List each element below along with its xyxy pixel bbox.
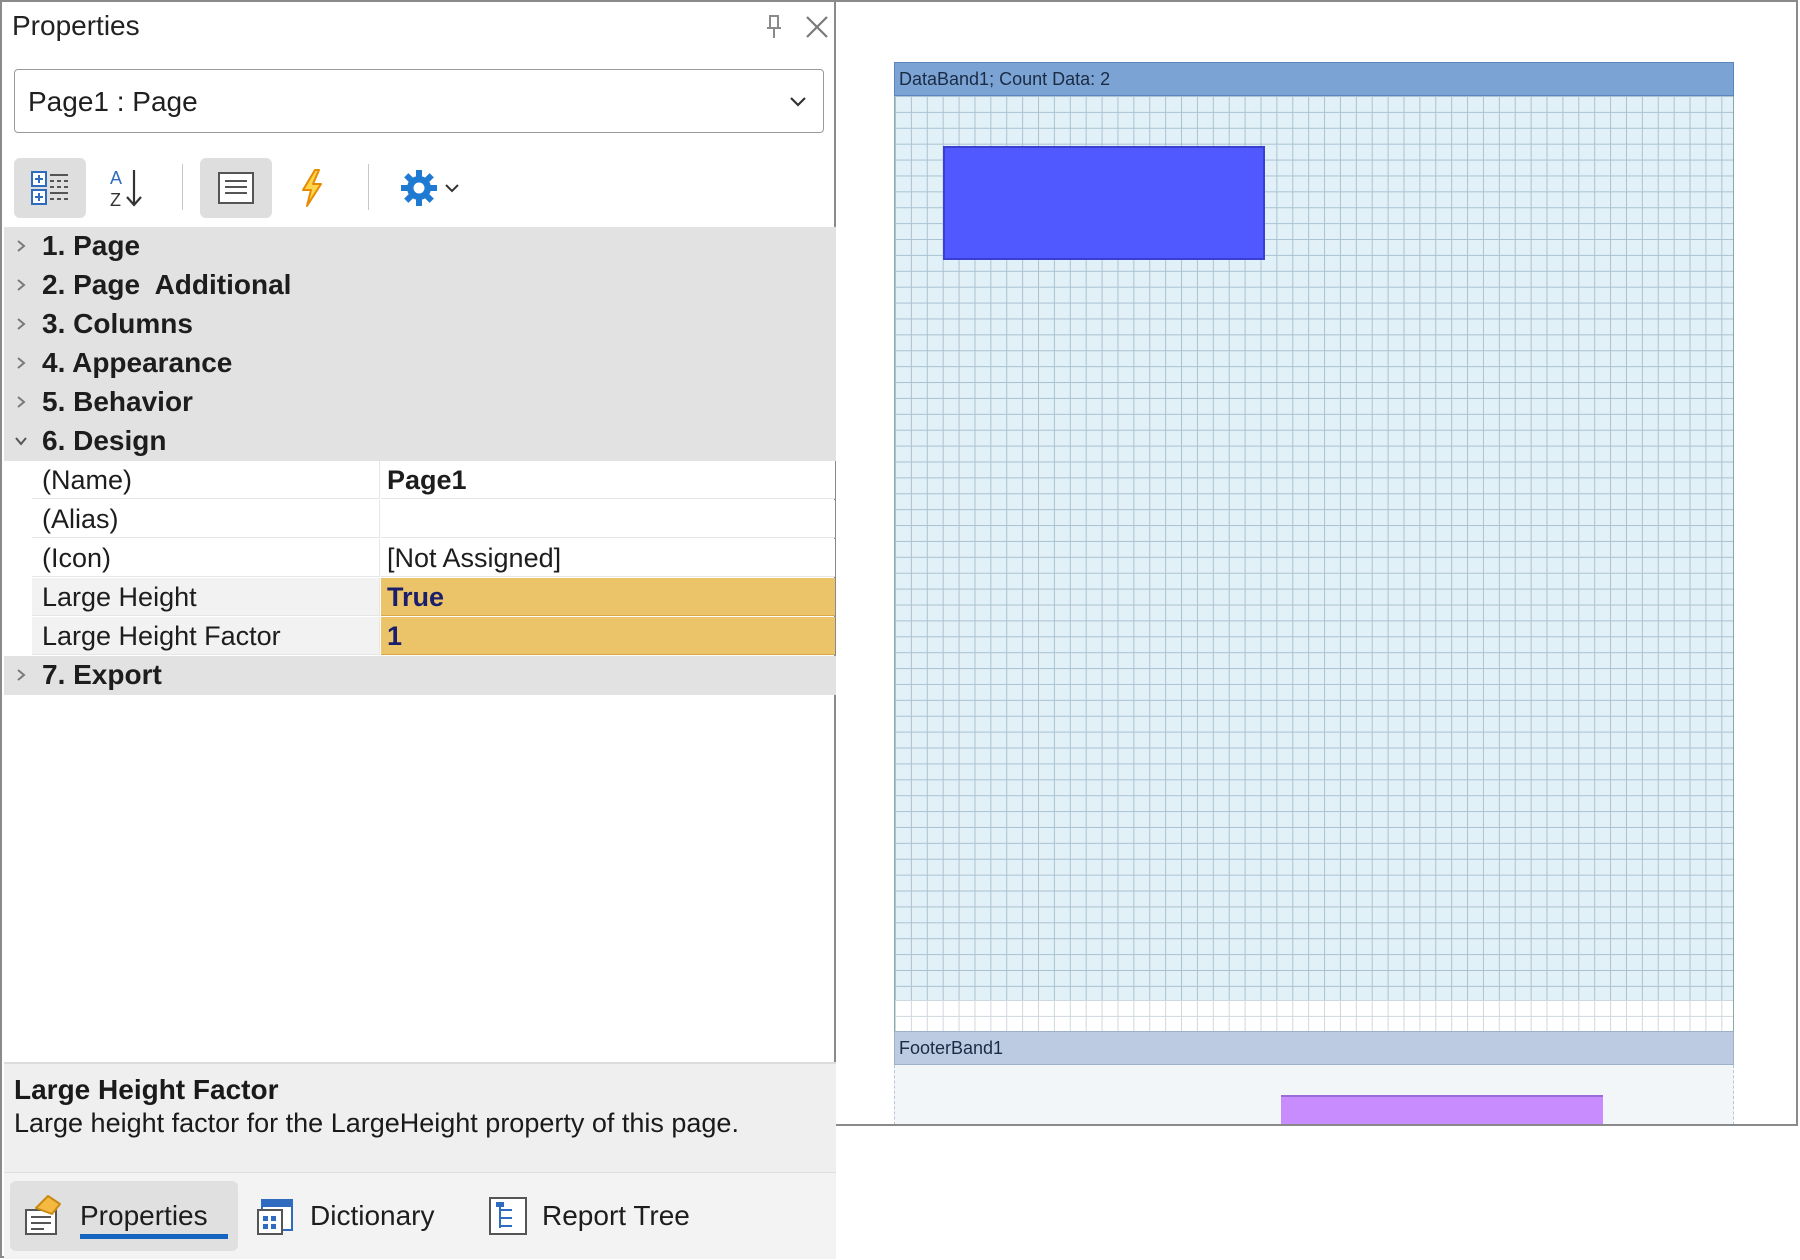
chevron-right-icon (17, 357, 26, 369)
page-grid-area (894, 1000, 1734, 1031)
tab-properties[interactable]: Properties (10, 1181, 238, 1251)
category-label: 4. Appearance (42, 347, 233, 378)
property-row-name[interactable]: (Name) Page1 (32, 461, 836, 500)
blue-shape-component[interactable] (943, 146, 1265, 260)
events-view-button[interactable] (276, 158, 348, 218)
property-value-field[interactable]: [Not Assigned] (381, 539, 835, 577)
close-icon[interactable] (804, 14, 830, 40)
property-value-field[interactable]: Page1 (381, 461, 835, 499)
lightning-icon (302, 169, 322, 207)
property-name: Large Height (42, 582, 197, 612)
tab-dictionary[interactable]: Dictionary (256, 1181, 456, 1251)
svg-text:Z: Z (110, 190, 121, 210)
active-tab-indicator (80, 1234, 228, 1239)
alphabetical-sort-button[interactable]: A Z (90, 158, 162, 218)
property-grid: 1. Page 2. Page Additional 3. Columns 4.… (4, 227, 836, 699)
databand-body[interactable] (894, 96, 1734, 1000)
property-name: (Alias) (42, 504, 119, 534)
gear-icon (401, 170, 437, 206)
category-label: 7. Export (42, 659, 162, 690)
categorized-icon (31, 171, 68, 205)
property-row-large-height-factor[interactable]: Large Height Factor 1 (32, 617, 836, 656)
category-appearance[interactable]: 4. Appearance (4, 344, 836, 383)
settings-button[interactable] (390, 158, 470, 218)
property-value-field[interactable]: True (381, 578, 835, 616)
chevron-right-icon (17, 279, 26, 291)
category-export[interactable]: 7. Export (4, 656, 836, 695)
chevron-right-icon (17, 240, 26, 252)
tab-report-tree[interactable]: Report Tree (488, 1181, 728, 1251)
databand-header[interactable]: DataBand1; Count Data: 2 (894, 62, 1734, 96)
property-name: (Name) (42, 465, 133, 495)
category-label: 5. Behavior (42, 386, 193, 417)
property-name: Large Height Factor (42, 621, 281, 651)
property-value: Page1 (387, 465, 467, 495)
property-list-icon (218, 172, 254, 204)
dictionary-icon (257, 1199, 293, 1235)
property-value-field[interactable]: 1 (381, 617, 835, 655)
category-label: 1. Page (42, 230, 141, 261)
category-columns[interactable]: 3. Columns (4, 305, 836, 344)
property-value: True (387, 582, 445, 612)
category-label: 6. Design (42, 425, 167, 456)
property-description: Large Height Factor Large height factor … (4, 1062, 836, 1174)
databand-label: DataBand1; Count Data: 2 (899, 69, 1111, 89)
pin-icon[interactable] (764, 14, 784, 40)
tab-label: Properties (80, 1200, 208, 1231)
panel-title: Properties (12, 10, 140, 41)
category-label: 3. Columns (42, 308, 193, 339)
description-text: Large height factor for the LargeHeight … (14, 1108, 739, 1138)
report-designer-canvas[interactable]: DataBand1; Count Data: 2 FooterBand1 (836, 0, 1798, 1126)
property-value: 1 (387, 621, 403, 651)
category-behavior[interactable]: 5. Behavior (4, 383, 836, 422)
properties-toolbar: A Z (2, 154, 838, 224)
chevron-down-icon (15, 437, 27, 446)
sort-az-icon: A Z (110, 168, 142, 210)
chevron-down-icon (445, 184, 459, 193)
tab-label: Report Tree (542, 1200, 690, 1231)
property-value-field[interactable] (381, 500, 835, 538)
chevron-down-icon (790, 97, 806, 107)
object-selector-dropdown[interactable]: Page1 : Page (14, 69, 824, 133)
category-design[interactable]: 6. Design (4, 422, 836, 461)
chevron-right-icon (17, 318, 26, 330)
category-page[interactable]: 1. Page (4, 227, 836, 266)
description-title: Large Height Factor (14, 1074, 279, 1105)
properties-panel: Properties Page1 : Page A Z 1. Page 2. P… (0, 0, 838, 1259)
purple-shape-component[interactable] (1281, 1095, 1603, 1124)
property-value: [Not Assigned] (387, 543, 562, 573)
property-row-large-height[interactable]: Large Height True (32, 578, 836, 617)
properties-view-button[interactable] (200, 158, 272, 218)
object-selector-value: Page1 : Page (28, 86, 198, 117)
properties-icon (25, 1195, 61, 1235)
chevron-right-icon (17, 669, 26, 681)
category-page-additional[interactable]: 2. Page Additional (4, 266, 836, 305)
bottom-tab-bar: Properties Dictionary Report Tree (4, 1172, 836, 1259)
footerband-header[interactable]: FooterBand1 (894, 1031, 1734, 1065)
property-row-icon[interactable]: (Icon) [Not Assigned] (32, 539, 836, 578)
property-row-alias[interactable]: (Alias) (32, 500, 836, 539)
report-page[interactable]: DataBand1; Count Data: 2 FooterBand1 (894, 62, 1734, 1124)
footerband-body[interactable] (894, 1065, 1734, 1124)
svg-text:A: A (110, 168, 122, 188)
tab-label: Dictionary (310, 1200, 435, 1231)
category-label: 2. Page Additional (42, 269, 292, 300)
footerband-label: FooterBand1 (899, 1038, 1004, 1058)
chevron-right-icon (17, 396, 26, 408)
property-name: (Icon) (42, 543, 112, 573)
report-tree-icon (489, 1197, 527, 1235)
categorized-view-button[interactable] (14, 158, 86, 218)
